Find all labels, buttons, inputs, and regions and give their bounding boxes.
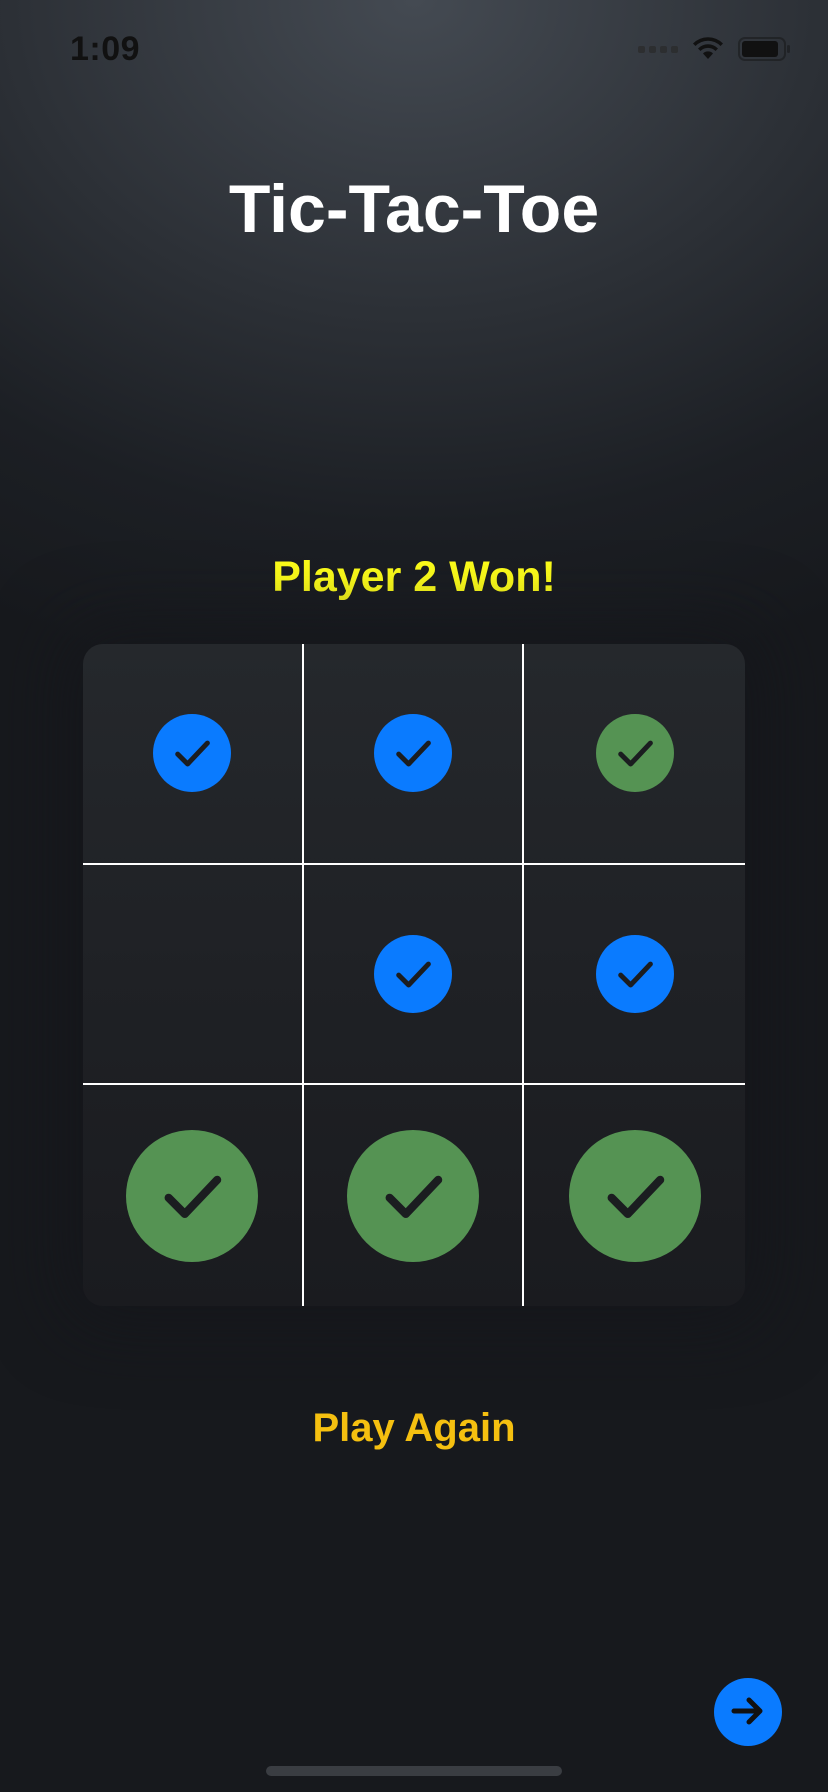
wifi-icon (692, 37, 724, 61)
status-time: 1:09 (70, 30, 141, 68)
board-cell-r1c2[interactable] (303, 644, 525, 865)
game-board (83, 644, 745, 1306)
board-cell-r3c3[interactable] (524, 1085, 745, 1306)
checkmark-circle-icon (153, 714, 232, 793)
arrow-right-icon (728, 1691, 768, 1734)
board-cell-r1c3[interactable] (524, 644, 745, 865)
status-icons (638, 34, 792, 64)
checkmark-circle-icon (373, 934, 452, 1013)
board-cell-r2c3[interactable] (524, 865, 745, 1086)
checkmark-circle-icon (595, 714, 674, 793)
checkmark-circle-icon (373, 714, 452, 793)
checkmark-circle-icon (346, 1129, 479, 1262)
home-indicator (266, 1766, 562, 1776)
cellular-signal-icon (638, 45, 678, 53)
board-cell-r1c1[interactable] (83, 644, 304, 865)
board-cell-r2c2[interactable] (303, 864, 525, 1086)
battery-icon (738, 36, 792, 62)
checkmark-circle-icon (568, 1129, 701, 1262)
game-result-text: Player 2 Won! (272, 553, 556, 601)
checkmark-circle-icon (595, 934, 674, 1013)
next-button[interactable] (714, 1678, 782, 1746)
checkmark-circle-icon (126, 1129, 259, 1262)
board-cell-r2c1[interactable] (83, 864, 304, 1086)
play-again-button[interactable]: Play Again (264, 1398, 564, 1458)
app-title: Tic-Tac-Toe (228, 171, 600, 247)
status-bar: 1:09 (0, 0, 828, 100)
board-cell-r3c2[interactable] (304, 1085, 525, 1306)
board-cell-r3c1[interactable] (83, 1085, 304, 1306)
